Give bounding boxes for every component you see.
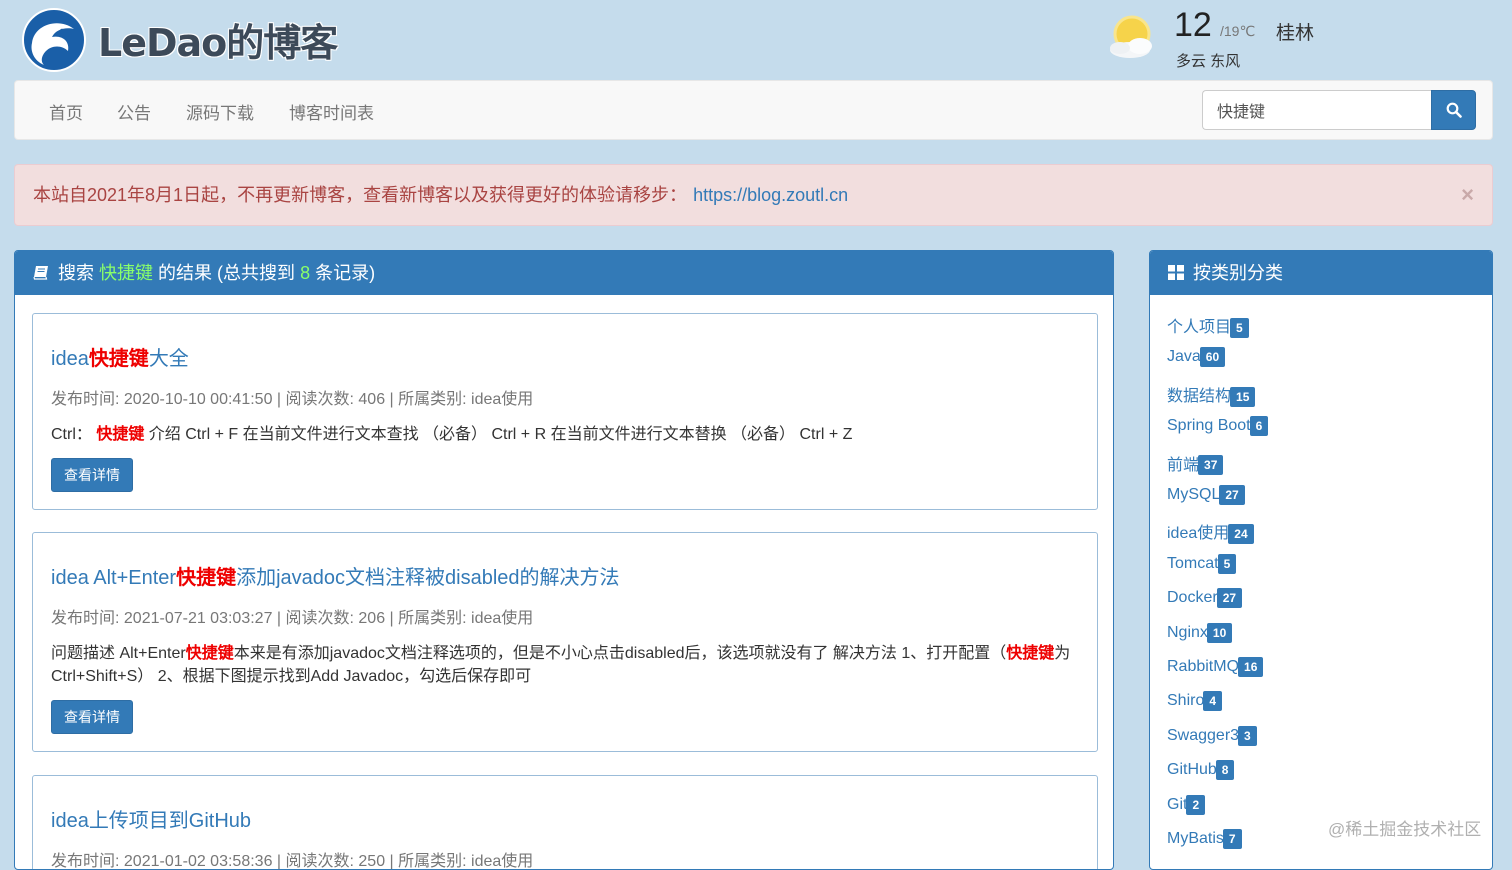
category-name: MySQL bbox=[1167, 486, 1221, 504]
category-name: 数据结构 bbox=[1167, 387, 1232, 405]
nav-source-download[interactable]: 源码下载 bbox=[186, 99, 254, 124]
category-item[interactable]: idea使用 24 bbox=[1167, 519, 1254, 545]
category-name: Spring Boot bbox=[1167, 417, 1251, 435]
search-results-panel: 搜索 快捷键 的结果 (总共搜到 8 条记录) idea快捷键大全 发布时间: … bbox=[14, 250, 1114, 870]
search-input[interactable] bbox=[1202, 90, 1432, 130]
category-name: Nginx bbox=[1167, 623, 1208, 641]
category-name: RabbitMQ bbox=[1167, 658, 1240, 676]
search-results-header: 搜索 快捷键 的结果 (总共搜到 8 条记录) bbox=[15, 251, 1113, 295]
category-name: idea使用 bbox=[1167, 525, 1230, 543]
category-count-badge: 6 bbox=[1249, 416, 1269, 437]
category-item[interactable]: RabbitMQ 16 bbox=[1167, 657, 1264, 677]
result-card: idea上传项目到GitHub 发布时间: 2021-01-02 03:58:3… bbox=[32, 775, 1098, 869]
site-logo[interactable]: LeDao的博客 bbox=[18, 4, 338, 74]
weather-condition: 多云 东风 bbox=[1176, 53, 1241, 70]
header-prefix: 搜索 bbox=[58, 263, 95, 283]
category-name: Swagger3 bbox=[1167, 727, 1240, 745]
result-meta: 发布时间: 2020-10-10 00:41:50 | 阅读次数: 406 | … bbox=[51, 391, 534, 408]
new-blog-link[interactable]: https://blog.zoutl.cn bbox=[693, 185, 848, 205]
category-item[interactable]: Nginx 10 bbox=[1167, 622, 1233, 643]
category-item[interactable]: MyBatis 7 bbox=[1167, 829, 1242, 849]
result-summary: 问题描述 Alt+Enter快捷键本来是有添加javadoc文档注释选项的，但是… bbox=[51, 645, 1071, 685]
category-item[interactable]: MySQL 27 bbox=[1167, 485, 1245, 505]
category-item[interactable]: 个人项目 5 bbox=[1167, 313, 1249, 338]
category-count-badge: 10 bbox=[1206, 622, 1233, 643]
category-item[interactable]: Git 2 bbox=[1167, 794, 1206, 815]
category-count-badge: 2 bbox=[1186, 794, 1206, 815]
view-details-button[interactable]: 查看详情 bbox=[51, 458, 133, 492]
search-icon bbox=[1446, 102, 1462, 118]
category-item[interactable]: Spring Boot 6 bbox=[1167, 416, 1269, 437]
category-count-badge: 60 bbox=[1199, 347, 1226, 368]
categories-title: 按类别分类 bbox=[1193, 263, 1284, 283]
category-name: Java bbox=[1167, 348, 1201, 366]
category-item[interactable]: 前端 37 bbox=[1167, 451, 1224, 476]
nav-blog-timeline[interactable]: 博客时间表 bbox=[289, 99, 374, 124]
result-title[interactable]: idea快捷键大全 bbox=[51, 342, 1079, 371]
nav-announcement[interactable]: 公告 bbox=[117, 99, 151, 124]
book-icon bbox=[33, 266, 48, 280]
result-summary: Ctrl： 快捷键 介绍 Ctrl + F 在当前文件进行文本查找 （必备） C… bbox=[51, 426, 853, 443]
header-middle: 的结果 (总共搜到 bbox=[158, 263, 296, 283]
dolphin-logo-icon bbox=[22, 8, 86, 72]
search-button[interactable] bbox=[1431, 90, 1476, 130]
header: LeDao的博客 12 /19℃ 桂林 多云 东风 bbox=[0, 0, 1512, 80]
category-count-badge: 37 bbox=[1198, 455, 1224, 476]
th-large-icon bbox=[1168, 265, 1184, 280]
category-name: MyBatis bbox=[1167, 830, 1224, 848]
category-item[interactable]: Docker 27 bbox=[1167, 588, 1243, 609]
temperature-range: /19℃ bbox=[1220, 23, 1256, 39]
category-name: Docker bbox=[1167, 589, 1218, 607]
category-count-badge: 4 bbox=[1203, 691, 1223, 712]
notice-alert: 本站自2021年8月1日起，不再更新博客，查看新博客以及获得更好的体验请移步： h… bbox=[14, 164, 1493, 226]
result-meta: 发布时间: 2021-07-21 03:03:27 | 阅读次数: 206 | … bbox=[51, 610, 534, 627]
notice-text: 本站自2021年8月1日起，不再更新博客，查看新博客以及获得更好的体验请移步： bbox=[33, 185, 688, 205]
result-title[interactable]: idea Alt+Enter快捷键添加javadoc文档注释被disabled的… bbox=[51, 561, 1079, 590]
category-count-badge: 5 bbox=[1230, 317, 1249, 338]
category-name: Shiro bbox=[1167, 692, 1205, 710]
category-count-badge: 27 bbox=[1216, 588, 1243, 609]
weather-city[interactable]: 桂林 bbox=[1276, 18, 1314, 45]
category-name: GitHub bbox=[1167, 761, 1217, 779]
category-item[interactable]: Tomcat 5 bbox=[1167, 553, 1237, 574]
category-count-badge: 16 bbox=[1238, 657, 1264, 677]
close-icon[interactable]: × bbox=[1461, 165, 1474, 225]
category-item[interactable]: Shiro 4 bbox=[1167, 691, 1223, 712]
top-navbar: 首页 公告 源码下载 博客时间表 bbox=[14, 80, 1493, 140]
current-temperature: 12 bbox=[1174, 6, 1212, 44]
view-details-button[interactable]: 查看详情 bbox=[51, 700, 133, 734]
nav-home[interactable]: 首页 bbox=[49, 99, 83, 124]
watermark: @稀土掘金技术社区 bbox=[1328, 820, 1482, 839]
category-count-badge: 7 bbox=[1222, 829, 1242, 849]
category-item[interactable]: Java 60 bbox=[1167, 347, 1226, 368]
category-name: 前端 bbox=[1167, 456, 1200, 474]
category-count-badge: 5 bbox=[1217, 553, 1237, 574]
category-item[interactable]: Swagger3 3 bbox=[1167, 725, 1257, 746]
category-count-badge: 15 bbox=[1230, 386, 1256, 407]
search-keyword: 快捷键 bbox=[99, 263, 154, 283]
header-suffix: 条记录) bbox=[315, 263, 376, 283]
category-item[interactable]: GitHub 8 bbox=[1167, 760, 1235, 781]
category-count-badge: 3 bbox=[1238, 725, 1257, 746]
category-item[interactable]: 数据结构 15 bbox=[1167, 382, 1256, 407]
category-count-badge: 8 bbox=[1215, 760, 1235, 781]
result-count: 8 bbox=[300, 263, 311, 283]
category-name: Tomcat bbox=[1167, 555, 1219, 573]
category-name: Git bbox=[1167, 795, 1188, 813]
result-card: idea快捷键大全 发布时间: 2020-10-10 00:41:50 | 阅读… bbox=[32, 313, 1098, 510]
category-name: 个人项目 bbox=[1167, 319, 1232, 336]
category-count-badge: 27 bbox=[1219, 485, 1245, 505]
partly-cloudy-icon bbox=[1110, 15, 1152, 58]
categories-header: 按类别分类 bbox=[1150, 251, 1492, 295]
category-count-badge: 24 bbox=[1228, 524, 1254, 545]
result-title[interactable]: idea上传项目到GitHub bbox=[51, 804, 1079, 833]
site-logo-text: LeDao的博客 bbox=[98, 20, 338, 65]
result-card: idea Alt+Enter快捷键添加javadoc文档注释被disabled的… bbox=[32, 532, 1098, 752]
categories-panel: 按类别分类 个人项目 5 Java 60 数据结构 15 Spring Boot 6 前端 37 M… bbox=[1149, 250, 1493, 870]
